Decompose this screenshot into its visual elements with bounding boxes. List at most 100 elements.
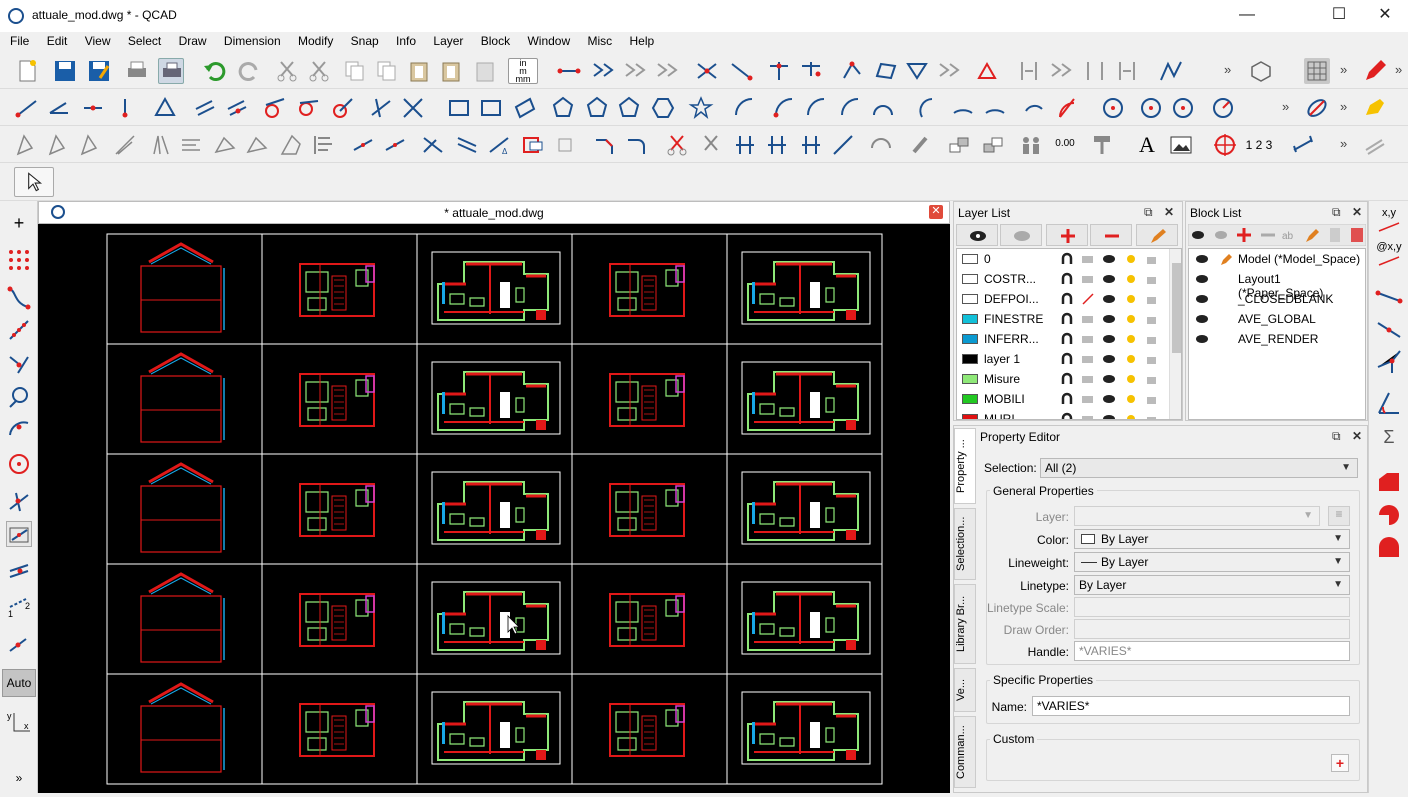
line-horizontal-icon[interactable] <box>80 95 106 121</box>
deselect-contour-icon[interactable] <box>622 58 648 84</box>
select-entity-icon[interactable] <box>556 58 582 84</box>
arc-reversed-icon[interactable] <box>1022 95 1048 121</box>
snap-free-icon[interactable] <box>1016 58 1042 84</box>
arc-area-icon[interactable] <box>1375 533 1403 561</box>
layer-list-button[interactable]: ≡ <box>1328 506 1350 526</box>
round-icon[interactable] <box>244 132 270 158</box>
block-list-close-icon[interactable]: ✕ <box>1352 205 1362 219</box>
undo-icon[interactable] <box>202 58 228 84</box>
line-vertical-icon[interactable] <box>112 95 138 121</box>
tangent-two-circles-icon[interactable] <box>296 95 322 121</box>
scrollbar-thumb[interactable] <box>1172 263 1181 353</box>
block-visible-icon[interactable] <box>1193 251 1235 267</box>
snap-magnet-icon[interactable] <box>1061 252 1073 264</box>
offset-icon[interactable] <box>454 132 480 158</box>
chamfer-icon[interactable] <box>592 132 618 158</box>
deselect-window-icon[interactable] <box>728 58 754 84</box>
fillet-icon[interactable] <box>624 132 650 158</box>
curve-icon[interactable] <box>1158 58 1184 84</box>
layer-list-scrollbar[interactable] <box>1169 249 1181 419</box>
to-back-icon[interactable] <box>980 132 1006 158</box>
line-icon[interactable] <box>14 95 40 121</box>
layer-dropdown[interactable]: ▼ <box>1074 506 1320 526</box>
snap-circle-icon[interactable] <box>6 451 32 477</box>
lock-icon[interactable] <box>1147 397 1156 404</box>
snap-center-icon[interactable] <box>6 351 32 377</box>
snap-end-tool-icon[interactable] <box>6 285 32 311</box>
snap-grid-icon[interactable] <box>1048 58 1074 84</box>
absolute-coordinate-icon[interactable]: x,y <box>1375 207 1403 235</box>
break-out-icon[interactable] <box>554 132 580 158</box>
semi-circle-icon[interactable] <box>870 95 896 121</box>
print-icon[interactable] <box>1082 276 1093 283</box>
visible-eye-icon[interactable] <box>1103 395 1115 403</box>
snap-angle-icon[interactable] <box>6 631 32 657</box>
visible-eye-icon[interactable] <box>1103 335 1115 343</box>
cut-icon[interactable] <box>274 58 300 84</box>
print-icon[interactable] <box>1082 336 1093 343</box>
select-all-icon[interactable] <box>798 58 824 84</box>
snap-numbered-icon[interactable]: 12 <box>6 593 32 619</box>
sum-icon[interactable]: Σ <box>1375 427 1403 455</box>
print-icon[interactable] <box>1082 356 1093 363</box>
star-icon[interactable] <box>688 95 714 121</box>
frozen-sun-icon[interactable] <box>1127 315 1135 323</box>
drawing-area[interactable] <box>38 224 950 793</box>
add-custom-property-button[interactable]: + <box>1331 754 1349 772</box>
block-row[interactable]: AVE_GLOBAL <box>1191 309 1369 329</box>
toolbar-more-icon[interactable]: » <box>1224 62 1231 77</box>
snap-on-entity-icon[interactable] <box>6 317 32 343</box>
snap-magnet-icon[interactable] <box>1061 312 1073 324</box>
point-tool-icon[interactable]: + <box>6 213 32 239</box>
toolbar-more-6-icon[interactable]: » <box>1340 136 1347 151</box>
menu-window[interactable]: Window <box>527 32 570 48</box>
rectangle-3pt-icon[interactable] <box>478 95 504 121</box>
lock-icon[interactable] <box>1147 317 1156 324</box>
move-icon[interactable] <box>14 132 40 158</box>
frozen-sun-icon[interactable] <box>1127 355 1135 363</box>
maximize-button[interactable]: ☐ <box>1316 0 1362 32</box>
linetype-scale-field[interactable] <box>1074 597 1350 617</box>
menu-view[interactable]: View <box>85 32 111 48</box>
polygon-side-icon[interactable] <box>616 95 642 121</box>
block-row[interactable]: AVE_RENDER <box>1191 329 1369 349</box>
coordinate-axes-icon[interactable]: yx <box>6 709 32 735</box>
hatch-icon[interactable] <box>1362 132 1388 158</box>
arc-concentric-icon[interactable] <box>804 95 830 121</box>
attribute-icon[interactable] <box>908 132 934 158</box>
close-button[interactable]: ✕ <box>1362 0 1408 32</box>
visible-eye-icon[interactable] <box>1103 255 1115 263</box>
layer-state-icons[interactable] <box>1057 249 1167 420</box>
trim-both-icon[interactable] <box>382 132 408 158</box>
select-intersected-icon[interactable] <box>766 58 792 84</box>
snap-reference-icon[interactable] <box>6 521 32 547</box>
layer-list-close-icon[interactable]: ✕ <box>1164 205 1174 219</box>
align-icon[interactable] <box>310 132 336 158</box>
snap-magnet-icon[interactable] <box>1061 272 1073 284</box>
stretch-icon[interactable] <box>278 132 304 158</box>
lengthen-2-icon[interactable] <box>830 132 856 158</box>
select-filter-icon[interactable] <box>974 58 1000 84</box>
menu-misc[interactable]: Misc <box>587 32 612 48</box>
polyline-select-icon[interactable] <box>840 58 866 84</box>
arc-icon[interactable] <box>732 95 758 121</box>
copy-icon[interactable] <box>342 58 368 84</box>
rotate-icon[interactable] <box>46 132 72 158</box>
image-icon[interactable] <box>1168 132 1194 158</box>
snap-distance-icon[interactable] <box>6 417 32 443</box>
color-dropdown[interactable]: By Layer ▼ <box>1074 529 1350 549</box>
show-all-layers-icon[interactable] <box>956 224 998 246</box>
snap-end-icon[interactable] <box>1082 58 1108 84</box>
lock-icon[interactable] <box>1147 417 1156 420</box>
block-row[interactable]: _CLOSEDBLANK <box>1191 289 1369 309</box>
edit-layer-icon[interactable] <box>1136 224 1178 246</box>
line-angle-icon[interactable] <box>46 95 72 121</box>
selection-dropdown[interactable]: All (2) ▼ <box>1040 458 1358 478</box>
auto-snap-button[interactable]: Auto <box>2 669 36 697</box>
snap-magnet-icon[interactable] <box>1061 372 1073 384</box>
break-3-icon[interactable] <box>798 132 824 158</box>
bevel-icon[interactable] <box>212 132 238 158</box>
lock-icon[interactable] <box>1147 377 1156 384</box>
block-visible-icon[interactable] <box>1193 331 1213 347</box>
tab-property-editor[interactable]: Property ... <box>954 428 976 504</box>
